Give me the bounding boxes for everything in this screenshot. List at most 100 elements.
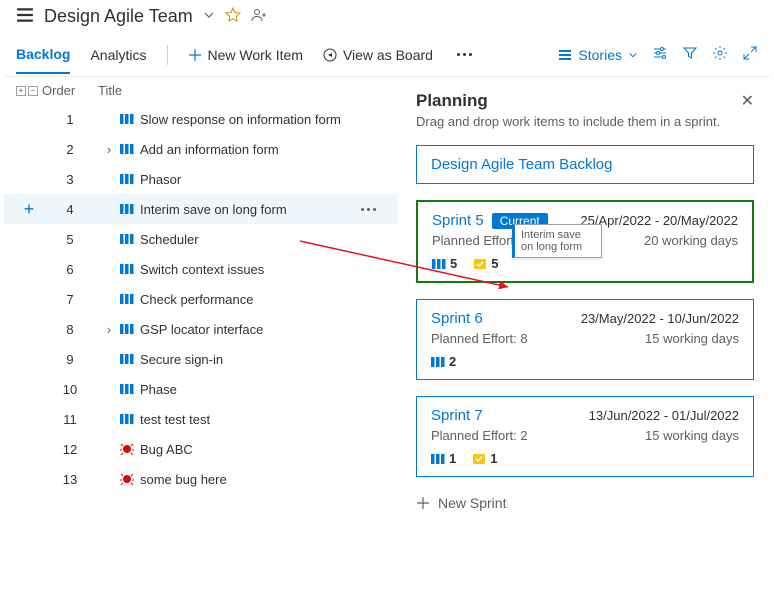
- table-row[interactable]: 1 Slow response on information form: [4, 104, 398, 134]
- table-row[interactable]: 9 Secure sign-in: [4, 344, 398, 374]
- working-days: 20 working days: [644, 233, 738, 248]
- backlog-level-selector[interactable]: Stories: [558, 47, 638, 63]
- toolbar: Backlog Analytics New Work Item View as …: [4, 33, 770, 77]
- work-item-type-icon: [120, 203, 134, 215]
- backlog-grid: + − Order Title 1 Slow response on inform…: [4, 77, 398, 521]
- working-days: 15 working days: [645, 331, 739, 346]
- work-item-type-icon: [120, 233, 134, 245]
- expand-icon[interactable]: ›: [104, 142, 114, 157]
- table-row[interactable]: 8 › GSP locator interface: [4, 314, 398, 344]
- toolbar-more-icon[interactable]: [453, 49, 476, 60]
- backlog-card[interactable]: Design Agile Team Backlog: [416, 145, 754, 184]
- work-item-title[interactable]: Phasor: [140, 172, 181, 187]
- sprint-card[interactable]: Sprint 5Current25/Apr/2022 - 20/May/2022…: [416, 200, 754, 283]
- table-row[interactable]: 6 Switch context issues: [4, 254, 398, 284]
- work-item-title[interactable]: Add an information form: [140, 142, 279, 157]
- order-cell: 9: [42, 352, 98, 367]
- sprint-name[interactable]: Sprint 7: [431, 407, 483, 424]
- work-item-type-icon: [120, 443, 134, 455]
- expand-icon[interactable]: ›: [104, 322, 114, 337]
- work-item-type-icon: [120, 473, 134, 485]
- col-header-order[interactable]: Order: [42, 83, 98, 98]
- order-cell: 8: [42, 322, 98, 337]
- count-badge: 1: [472, 451, 497, 466]
- row-more-icon[interactable]: [361, 208, 386, 211]
- table-row[interactable]: 10Phase: [4, 374, 398, 404]
- team-dropdown-icon[interactable]: [203, 9, 215, 24]
- sprint-name[interactable]: Sprint 6: [431, 310, 483, 327]
- work-item-type-icon: [120, 413, 134, 425]
- work-item-title[interactable]: Switch context issues: [140, 262, 264, 277]
- work-item-type-icon: [120, 383, 134, 395]
- table-row[interactable]: +4Interim save on long form: [4, 194, 398, 224]
- work-item-title[interactable]: Slow response on information form: [140, 112, 341, 127]
- view-options-icon[interactable]: [652, 45, 668, 64]
- table-row[interactable]: 13 some bug here: [4, 464, 398, 494]
- settings-icon[interactable]: [712, 45, 728, 64]
- table-row[interactable]: 2 › Add an information form: [4, 134, 398, 164]
- table-row[interactable]: 11 test test test: [4, 404, 398, 434]
- tab-analytics[interactable]: Analytics: [90, 37, 146, 73]
- expand-all-icon[interactable]: +: [16, 86, 26, 96]
- sprint-dates: 13/Jun/2022 - 01/Jul/2022: [589, 408, 739, 423]
- count-badge: 5: [473, 256, 498, 271]
- sprint-name[interactable]: Sprint 5: [432, 212, 484, 229]
- work-item-type-icon: [120, 353, 134, 365]
- view-as-board-button[interactable]: View as Board: [323, 47, 433, 63]
- fullscreen-icon[interactable]: [742, 45, 758, 64]
- close-icon[interactable]: ✕: [741, 91, 754, 111]
- order-cell: 5: [42, 232, 98, 247]
- work-item-title[interactable]: GSP locator interface: [140, 322, 263, 337]
- table-row[interactable]: 7 Check performance: [4, 284, 398, 314]
- work-item-title[interactable]: test test test: [140, 412, 210, 427]
- expand-collapse-controls[interactable]: + −: [16, 86, 42, 96]
- planning-subtitle: Drag and drop work items to include them…: [416, 114, 754, 129]
- order-cell: 2: [42, 142, 98, 157]
- work-item-type-icon: [120, 323, 134, 335]
- page-header: Design Agile Team: [4, 4, 770, 33]
- count-badge: 2: [431, 354, 456, 369]
- favorite-icon[interactable]: [225, 7, 241, 26]
- divider: [167, 45, 168, 65]
- work-item-title[interactable]: Secure sign-in: [140, 352, 223, 367]
- backlog-icon: [16, 6, 34, 27]
- work-item-title[interactable]: Check performance: [140, 292, 253, 307]
- planned-effort: Planned Effort: 2: [431, 428, 528, 443]
- table-row[interactable]: 12 Bug ABC: [4, 434, 398, 464]
- col-header-title[interactable]: Title: [98, 83, 386, 98]
- planning-panel: Planning ✕ Drag and drop work items to i…: [398, 77, 770, 521]
- tab-backlog[interactable]: Backlog: [16, 36, 70, 74]
- collapse-all-icon[interactable]: −: [28, 86, 38, 96]
- new-work-item-button[interactable]: New Work Item: [188, 47, 303, 63]
- team-members-icon[interactable]: [251, 7, 269, 26]
- order-cell: 3: [42, 172, 98, 187]
- planning-title: Planning: [416, 91, 488, 111]
- working-days: 15 working days: [645, 428, 739, 443]
- team-name[interactable]: Design Agile Team: [44, 6, 193, 27]
- work-item-title[interactable]: Interim save on long form: [140, 202, 287, 217]
- work-item-title[interactable]: Bug ABC: [140, 442, 193, 457]
- order-cell: 7: [42, 292, 98, 307]
- order-cell: 11: [42, 412, 98, 427]
- order-cell: 13: [42, 472, 98, 487]
- add-child-icon[interactable]: +: [24, 200, 35, 218]
- order-cell: 12: [42, 442, 98, 457]
- sprint-card[interactable]: Sprint 7 13/Jun/2022 - 01/Jul/2022 Planned…: [416, 396, 754, 477]
- work-item-title[interactable]: Phase: [140, 382, 177, 397]
- new-sprint-button[interactable]: New Sprint: [416, 495, 754, 511]
- count-badge: 5: [432, 256, 457, 271]
- work-item-type-icon: [120, 113, 134, 125]
- order-cell: 1: [42, 112, 98, 127]
- work-item-title[interactable]: some bug here: [140, 472, 227, 487]
- work-item-title[interactable]: Scheduler: [140, 232, 199, 247]
- work-item-type-icon: [120, 143, 134, 155]
- work-item-type-icon: [120, 263, 134, 275]
- sprint-card[interactable]: Sprint 6 23/May/2022 - 10/Jun/2022 Planned…: [416, 299, 754, 380]
- table-row[interactable]: 3 Phasor: [4, 164, 398, 194]
- table-row[interactable]: 5 Scheduler: [4, 224, 398, 254]
- sprint-dates: 23/May/2022 - 10/Jun/2022: [581, 311, 739, 326]
- count-badge: 1: [431, 451, 456, 466]
- filter-icon[interactable]: [682, 45, 698, 64]
- order-cell: 6: [42, 262, 98, 277]
- planned-effort: Planned Effort: 8: [431, 331, 528, 346]
